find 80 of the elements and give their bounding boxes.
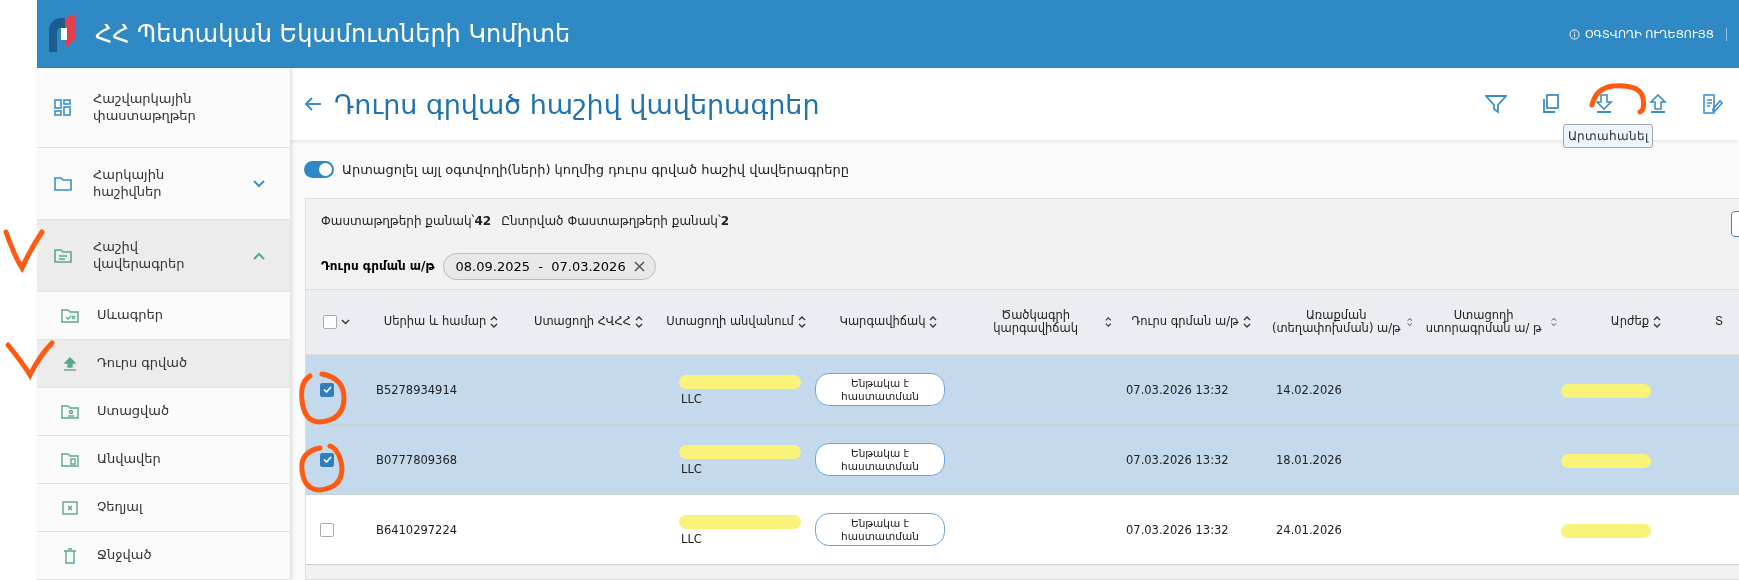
sidebar-item[interactable]: Հարկային հաշիվներ: [37, 148, 290, 220]
page-title: Դուրս գրված հաշիվ վավերագրեր: [334, 88, 821, 120]
table-cell: LLC: [681, 532, 702, 546]
sort-icon[interactable]: [1653, 316, 1662, 328]
dashboard-icon: [53, 97, 73, 118]
tooltip: Արտահանել: [1563, 124, 1653, 148]
sort-icon[interactable]: [929, 316, 938, 328]
toggle-label: Արտացոլել այլ օգտվողի(ների) կողմից դուրս գրված հաշիվ վավերագրերը: [342, 161, 849, 177]
column-header: Ստացողի ստորագրման ա/ թ: [1424, 308, 1543, 336]
status-badge: Ենթակա է հաստատման: [815, 442, 945, 477]
sidebar-subitem[interactable]: Դուրս գրված: [37, 340, 290, 388]
column-header: Արժեք: [1610, 315, 1650, 329]
edit-document-icon: [1701, 93, 1723, 115]
table-cell: 07.03.2026 13:32: [1126, 522, 1229, 537]
column-header: Ստացողի ՀՎՀՀ: [534, 315, 631, 329]
circle-annotation: [299, 443, 345, 493]
column-header: Ծածկագրի կարգավիճակ: [992, 308, 1080, 336]
sidebar-item[interactable]: Հաշվարկային փաստաթղթեր: [37, 68, 290, 148]
sort-icon[interactable]: [1105, 316, 1112, 328]
info-icon: [1568, 28, 1580, 40]
table-cell: LLC: [681, 462, 702, 476]
sort-icon[interactable]: [1242, 316, 1251, 328]
sidebar-subitem[interactable]: Անվավեր: [37, 436, 290, 484]
status-badge: Ենթակա է հաստատման: [815, 372, 945, 407]
toggle-switch[interactable]: [304, 160, 334, 178]
circle-annotation: [1589, 83, 1647, 115]
column-header: Սերիա և համար: [383, 315, 487, 329]
back-arrow-icon[interactable]: [304, 96, 322, 112]
column-header: Տ: [1715, 315, 1724, 329]
check-icon: [322, 456, 332, 463]
trash-icon: [61, 547, 79, 564]
table-cell: B0777809368: [376, 452, 458, 467]
chevron-icon[interactable]: [252, 178, 266, 189]
circle-annotation: [299, 371, 347, 425]
sidebar-subitem[interactable]: Ջնջված: [37, 532, 290, 580]
upload-icon: [1649, 94, 1667, 114]
column-header: Կարգավիճակ: [839, 315, 926, 329]
upload-icon: [61, 355, 79, 372]
filter-icon: [1485, 94, 1507, 114]
sidebar-subitem[interactable]: Ստացված: [37, 388, 290, 436]
row-checkbox[interactable]: [320, 452, 334, 467]
table-cell: B5278934914: [376, 382, 458, 397]
download-icon: [1595, 94, 1613, 114]
date-range-chip[interactable]: 08.09.2025 - 07.03.2026: [442, 252, 656, 280]
row-checkbox[interactable]: [320, 382, 334, 397]
table-cell: 18.01.2026: [1276, 452, 1342, 467]
folder-icon: [61, 451, 79, 468]
sort-icon[interactable]: [490, 316, 499, 328]
sidebar-subitem[interactable]: Չեղյալ: [37, 484, 290, 532]
caret-icon[interactable]: [340, 319, 350, 325]
table-cell: 07.03.2026 13:32: [1126, 452, 1229, 467]
filter-label: Դուրս գրման ա/թ: [321, 259, 435, 273]
column-header: Դուրս գրման ա/թ: [1131, 315, 1239, 329]
select-all-checkbox[interactable]: [322, 315, 337, 329]
folder-person-icon: [61, 403, 79, 420]
document-count: Ընտրված Փաստաթղթերի քանակ՝2: [501, 214, 730, 228]
column-header: Ստացողի անվանում: [666, 315, 794, 329]
close-icon[interactable]: [633, 260, 645, 272]
cancel-icon: [61, 499, 79, 516]
copy-icon: [1541, 94, 1559, 114]
table-cell: 07.03.2026 13:32: [1126, 382, 1229, 397]
sidebar-subitem[interactable]: Սևագրեր: [37, 292, 290, 340]
table-cell: B6410297224: [376, 522, 458, 537]
table-cell: 24.01.2026: [1276, 522, 1342, 537]
table-cell: LLC: [681, 392, 702, 406]
folder-check-icon: [61, 307, 79, 324]
sort-icon[interactable]: [635, 316, 643, 328]
sidebar-item[interactable]: Հաշիվ վավերագրեր: [37, 220, 290, 292]
chevron-icon[interactable]: [252, 250, 266, 261]
document-count: Փաստաթղթերի քանակ՝42: [321, 214, 492, 228]
app-title: ՀՀ Պետական Եկամուտների Կոմիտե: [95, 20, 572, 48]
check-mark-annotation: [3, 229, 45, 271]
row-checkbox[interactable]: [320, 522, 334, 537]
status-badge: Ենթակա է հաստատման: [815, 512, 945, 547]
check-mark-annotation: [5, 340, 55, 378]
sort-icon[interactable]: [797, 316, 806, 328]
table-cell: 14.02.2026: [1276, 382, 1342, 397]
check-icon: [322, 386, 332, 393]
user-guide-link[interactable]: ՕԳՏՎՈՂԻ ՈՒՂԵՑՈՒՅՑ: [1568, 27, 1727, 41]
column-header: Առաքման (տեղափոխման) ա/թ: [1270, 308, 1402, 336]
